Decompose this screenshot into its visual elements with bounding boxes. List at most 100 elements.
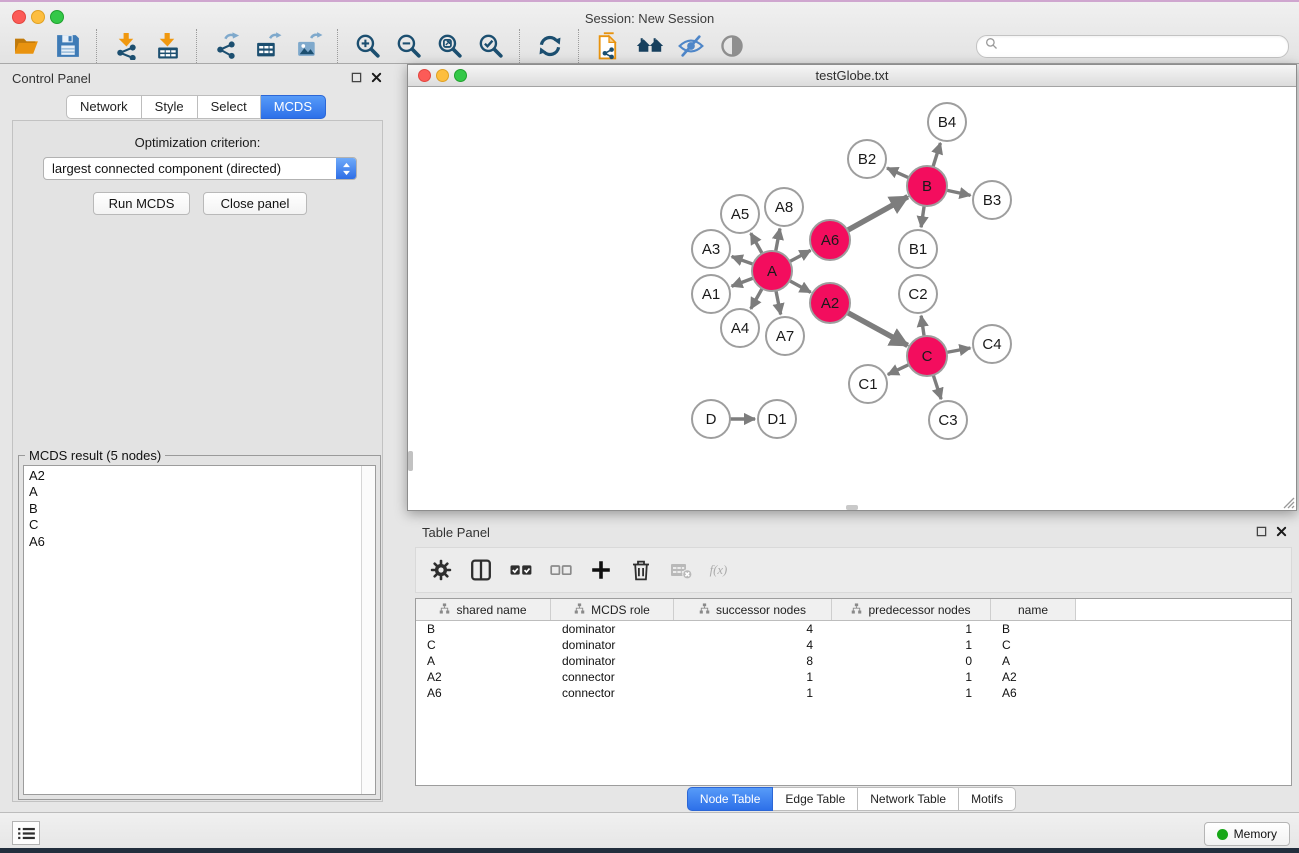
graph-node-A[interactable]: A <box>752 251 792 291</box>
table-cell[interactable]: dominator <box>551 622 674 636</box>
save-session-icon[interactable] <box>51 30 84 63</box>
import-table-icon[interactable] <box>151 30 184 63</box>
table-row[interactable]: Cdominator41C <box>416 637 1291 653</box>
table-row[interactable]: Adominator80A <box>416 653 1291 669</box>
tab-style[interactable]: Style <box>142 95 198 119</box>
network-window-titlebar[interactable]: testGlobe.txt <box>408 65 1296 87</box>
table-cell[interactable]: connector <box>551 670 674 684</box>
table-cell[interactable]: C <box>991 638 1076 652</box>
export-image-icon[interactable] <box>292 30 325 63</box>
mcds-result-list[interactable]: A2ABCA6 <box>23 465 376 795</box>
canvas-hscroll-thumb[interactable] <box>846 505 858 510</box>
table-cell[interactable]: B <box>416 622 551 636</box>
result-list-item[interactable]: A <box>29 484 356 500</box>
table-cell[interactable]: 4 <box>674 638 832 652</box>
graph-node-B3[interactable]: B3 <box>973 181 1011 219</box>
close-panel-icon[interactable] <box>371 72 382 83</box>
graph-node-A2[interactable]: A2 <box>810 283 850 323</box>
graph-node-A8[interactable]: A8 <box>765 188 803 226</box>
table-cell[interactable]: 1 <box>832 686 991 700</box>
import-network-icon[interactable] <box>110 30 143 63</box>
open-session-icon[interactable] <box>10 30 43 63</box>
graph-node-B[interactable]: B <box>907 166 947 206</box>
new-network-from-selection-icon[interactable] <box>592 30 625 63</box>
memory-button[interactable]: Memory <box>1204 822 1290 846</box>
table-cell[interactable]: dominator <box>551 654 674 668</box>
graph-node-B2[interactable]: B2 <box>848 140 886 178</box>
table-row[interactable]: A6connector11A6 <box>416 685 1291 701</box>
close-table-panel-icon[interactable] <box>1276 526 1287 537</box>
table-cell[interactable]: A6 <box>991 686 1076 700</box>
resize-grip-icon[interactable] <box>1281 495 1295 509</box>
tab-mcds[interactable]: MCDS <box>261 95 326 119</box>
table-cell[interactable]: A <box>416 654 551 668</box>
canvas-vscroll-thumb[interactable] <box>408 451 413 471</box>
table-cell[interactable]: A6 <box>416 686 551 700</box>
tab-node-table[interactable]: Node Table <box>687 787 774 811</box>
table-cell[interactable]: 0 <box>832 654 991 668</box>
table-cell[interactable]: 1 <box>832 622 991 636</box>
tab-network-table[interactable]: Network Table <box>858 787 959 811</box>
graph-node-B1[interactable]: B1 <box>899 230 937 268</box>
float-table-panel-icon[interactable] <box>1256 526 1267 537</box>
network-graph[interactable]: B4B2BB3A8A5A6A3B1AA1C2A2A4A7C4CC1C3DD1 <box>408 87 1296 510</box>
export-network-icon[interactable] <box>210 30 243 63</box>
graph-node-A3[interactable]: A3 <box>692 230 730 268</box>
hide-graphics-details-icon[interactable] <box>674 30 707 63</box>
column-settings-icon[interactable] <box>466 555 496 585</box>
graph-node-C4[interactable]: C4 <box>973 325 1011 363</box>
select-all-columns-icon[interactable] <box>506 555 536 585</box>
graph-node-C3[interactable]: C3 <box>929 401 967 439</box>
table-row[interactable]: A2connector11A2 <box>416 669 1291 685</box>
column-header-predecessor-nodes[interactable]: predecessor nodes <box>832 599 991 620</box>
table-cell[interactable]: A2 <box>416 670 551 684</box>
result-list-scrollbar[interactable] <box>361 466 375 794</box>
tab-edge-table[interactable]: Edge Table <box>773 787 858 811</box>
tab-select[interactable]: Select <box>198 95 261 119</box>
delete-columns-icon[interactable] <box>626 555 656 585</box>
column-header-name[interactable]: name <box>991 599 1076 620</box>
gear-icon[interactable] <box>426 555 456 585</box>
float-panel-icon[interactable] <box>351 72 362 83</box>
table-cell[interactable]: 1 <box>832 670 991 684</box>
table-row[interactable]: Bdominator41B <box>416 621 1291 637</box>
zoom-fit-icon[interactable] <box>433 30 466 63</box>
result-list-item[interactable]: A6 <box>29 534 356 550</box>
zoom-in-icon[interactable] <box>351 30 384 63</box>
search-input[interactable] <box>1003 38 1280 54</box>
title-bar[interactable]: Session: New Session <box>0 4 1299 27</box>
column-header-successor-nodes[interactable]: successor nodes <box>674 599 832 620</box>
search-box[interactable] <box>976 35 1289 58</box>
export-table-icon[interactable] <box>251 30 284 63</box>
table-cell[interactable]: 8 <box>674 654 832 668</box>
graph-node-C2[interactable]: C2 <box>899 275 937 313</box>
cybrowser-home-icon[interactable] <box>633 30 666 63</box>
column-header-shared-name[interactable]: shared name <box>416 599 551 620</box>
graph-node-D1[interactable]: D1 <box>758 400 796 438</box>
table-cell[interactable]: 4 <box>674 622 832 636</box>
show-graphics-details-icon[interactable] <box>715 30 748 63</box>
tab-network[interactable]: Network <box>66 95 142 119</box>
close-panel-button[interactable]: Close panel <box>203 192 307 215</box>
refresh-icon[interactable] <box>533 30 566 63</box>
zoom-out-icon[interactable] <box>392 30 425 63</box>
column-header-MCDS-role[interactable]: MCDS role <box>551 599 674 620</box>
criterion-dropdown[interactable]: largest connected component (directed) <box>43 157 357 180</box>
graph-node-A5[interactable]: A5 <box>721 195 759 233</box>
deselect-all-columns-icon[interactable] <box>546 555 576 585</box>
graph-node-B4[interactable]: B4 <box>928 103 966 141</box>
graph-node-A4[interactable]: A4 <box>721 309 759 347</box>
graph-node-C[interactable]: C <box>907 336 947 376</box>
result-list-item[interactable]: A2 <box>29 468 356 484</box>
network-canvas[interactable]: B4B2BB3A8A5A6A3B1AA1C2A2A4A7C4CC1C3DD1 <box>408 87 1296 510</box>
graph-node-A7[interactable]: A7 <box>766 317 804 355</box>
table-cell[interactable]: dominator <box>551 638 674 652</box>
table-cell[interactable]: 1 <box>674 670 832 684</box>
graph-node-D[interactable]: D <box>692 400 730 438</box>
table-cell[interactable]: C <box>416 638 551 652</box>
table-cell[interactable]: connector <box>551 686 674 700</box>
table-cell[interactable]: 1 <box>832 638 991 652</box>
result-list-item[interactable]: C <box>29 517 356 533</box>
graph-node-A1[interactable]: A1 <box>692 275 730 313</box>
task-history-button[interactable] <box>12 821 40 845</box>
